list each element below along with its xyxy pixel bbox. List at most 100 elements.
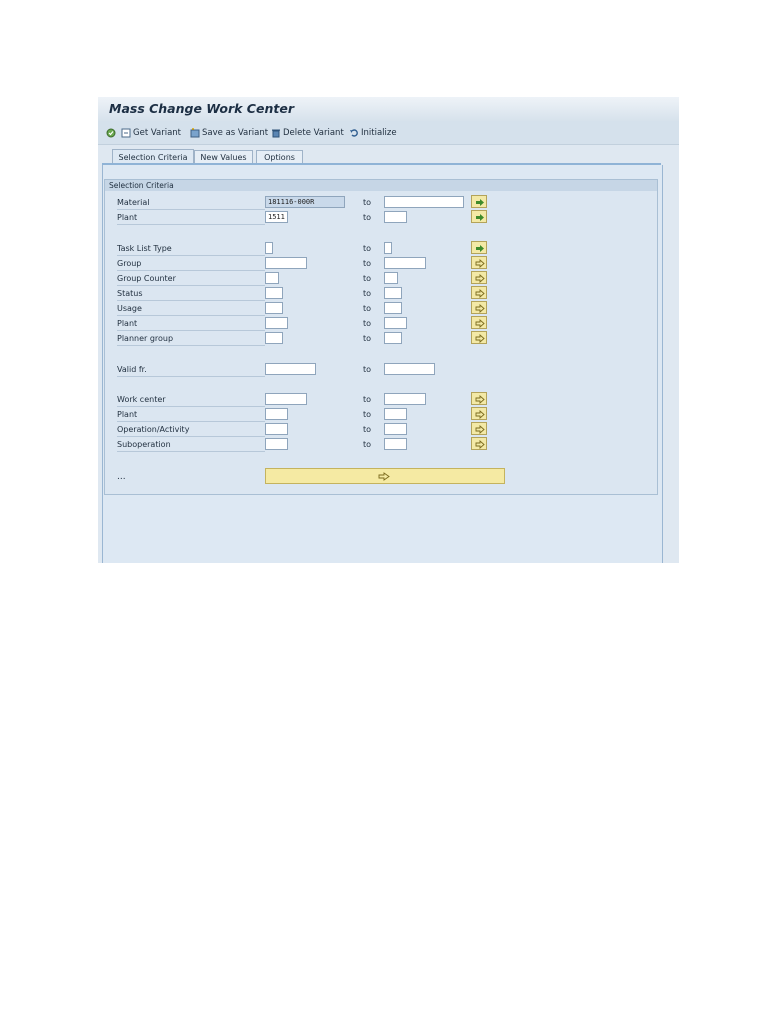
trash-icon — [271, 128, 281, 138]
to-label: to — [363, 289, 372, 298]
to-label: to — [363, 365, 372, 374]
planner-group-from-input[interactable] — [265, 332, 283, 344]
row-label: Group Counter — [117, 273, 265, 286]
multiple-selection-button[interactable] — [471, 271, 487, 284]
title-bar: Mass Change Work Center — [98, 97, 679, 122]
group-from-input[interactable] — [265, 257, 307, 269]
get-variant-button[interactable]: Get Variant — [121, 126, 181, 140]
task-list-type-to-input[interactable] — [384, 242, 392, 254]
multiple-selection-button[interactable] — [471, 437, 487, 450]
execute-button[interactable] — [106, 126, 118, 140]
row-label: Planner group — [117, 333, 265, 346]
save-as-variant-button[interactable]: Save as Variant — [190, 126, 268, 140]
multiple-selection-button[interactable] — [471, 256, 487, 269]
plant-to-input[interactable] — [384, 211, 407, 223]
plant-from-input[interactable]: 1511 — [265, 211, 288, 223]
to-label: to — [363, 425, 372, 434]
group-title: Selection Criteria — [105, 180, 657, 191]
row-label: Work center — [117, 394, 265, 407]
status-to-input[interactable] — [384, 287, 402, 299]
arrow-right-icon — [475, 259, 485, 268]
suboperation-from-input[interactable] — [265, 438, 288, 450]
application-toolbar: Get Variant Save as Variant Delete Varia… — [98, 121, 679, 145]
material-to-input[interactable] — [384, 196, 464, 208]
execute-icon — [106, 128, 116, 138]
status-from-input[interactable] — [265, 287, 283, 299]
more-criteria-link[interactable]: ... — [117, 472, 126, 482]
multiple-selection-button[interactable] — [471, 286, 487, 299]
get-variant-icon — [121, 128, 131, 138]
undo-icon — [349, 128, 359, 138]
tab-new-values[interactable]: New Values — [194, 150, 253, 164]
usage-from-input[interactable] — [265, 302, 283, 314]
valid-from-input[interactable] — [265, 363, 316, 375]
row-label: Suboperation — [117, 439, 265, 452]
arrow-right-icon — [378, 472, 390, 481]
tab-strip: Selection Criteria New Values Options — [98, 145, 679, 164]
work-center-from-input[interactable] — [265, 393, 307, 405]
to-label: to — [363, 304, 372, 313]
to-label: to — [363, 198, 372, 207]
suboperation-to-input[interactable] — [384, 438, 407, 450]
multiple-selection-button[interactable] — [471, 241, 487, 254]
dynamic-selections-button[interactable] — [265, 468, 505, 484]
usage-to-input[interactable] — [384, 302, 402, 314]
operation-from-input[interactable] — [265, 423, 288, 435]
to-label: to — [363, 244, 372, 253]
row-label: Usage — [117, 303, 265, 316]
planner-group-to-input[interactable] — [384, 332, 402, 344]
valid-to-input[interactable] — [384, 363, 435, 375]
to-label: to — [363, 440, 372, 449]
plant-3-from-input[interactable] — [265, 408, 288, 420]
group-counter-to-input[interactable] — [384, 272, 398, 284]
tab-selection-criteria[interactable]: Selection Criteria — [112, 149, 194, 164]
group-counter-from-input[interactable] — [265, 272, 279, 284]
to-label: to — [363, 259, 372, 268]
plant-3-to-input[interactable] — [384, 408, 407, 420]
initialize-button[interactable]: Initialize — [349, 126, 397, 140]
arrow-right-icon — [475, 410, 485, 419]
to-label: to — [363, 410, 372, 419]
multiple-selection-button[interactable] — [471, 195, 487, 208]
arrow-right-icon — [476, 214, 484, 221]
plant-2-from-input[interactable] — [265, 317, 288, 329]
save-as-variant-label: Save as Variant — [202, 128, 269, 138]
operation-to-input[interactable] — [384, 423, 407, 435]
to-label: to — [363, 213, 372, 222]
multiple-selection-button[interactable] — [471, 210, 487, 223]
arrow-right-icon — [475, 425, 485, 434]
multiple-selection-button[interactable] — [471, 407, 487, 420]
row-label: Plant — [117, 212, 265, 225]
tab-label: Options — [264, 153, 295, 162]
to-label: to — [363, 395, 372, 404]
arrow-right-icon — [476, 245, 484, 252]
multiple-selection-button[interactable] — [471, 316, 487, 329]
row-label: Operation/Activity — [117, 424, 265, 437]
row-label: Plant — [117, 318, 265, 331]
multiple-selection-button[interactable] — [471, 331, 487, 344]
plant-2-to-input[interactable] — [384, 317, 407, 329]
delete-variant-button[interactable]: Delete Variant — [271, 126, 344, 140]
arrow-right-icon — [475, 319, 485, 328]
material-from-input[interactable]: 181116-000R — [265, 196, 345, 208]
row-label: Material — [117, 197, 265, 210]
arrow-right-icon — [475, 304, 485, 313]
multiple-selection-button[interactable] — [471, 422, 487, 435]
arrow-right-icon — [475, 289, 485, 298]
tab-label: Selection Criteria — [118, 152, 188, 162]
delete-variant-label: Delete Variant — [283, 128, 344, 138]
window-title: Mass Change Work Center — [109, 101, 294, 116]
tab-options[interactable]: Options — [256, 150, 303, 164]
to-label: to — [363, 274, 372, 283]
task-list-type-from-input[interactable] — [265, 242, 273, 254]
selection-criteria-group: Selection Criteria Material 181116-000R … — [104, 179, 658, 495]
tab-label: New Values — [200, 153, 247, 162]
to-label: to — [363, 319, 372, 328]
group-to-input[interactable] — [384, 257, 426, 269]
to-label: to — [363, 334, 372, 343]
multiple-selection-button[interactable] — [471, 392, 487, 405]
save-variant-icon — [190, 128, 200, 138]
arrow-right-icon — [475, 274, 485, 283]
work-center-to-input[interactable] — [384, 393, 426, 405]
multiple-selection-button[interactable] — [471, 301, 487, 314]
